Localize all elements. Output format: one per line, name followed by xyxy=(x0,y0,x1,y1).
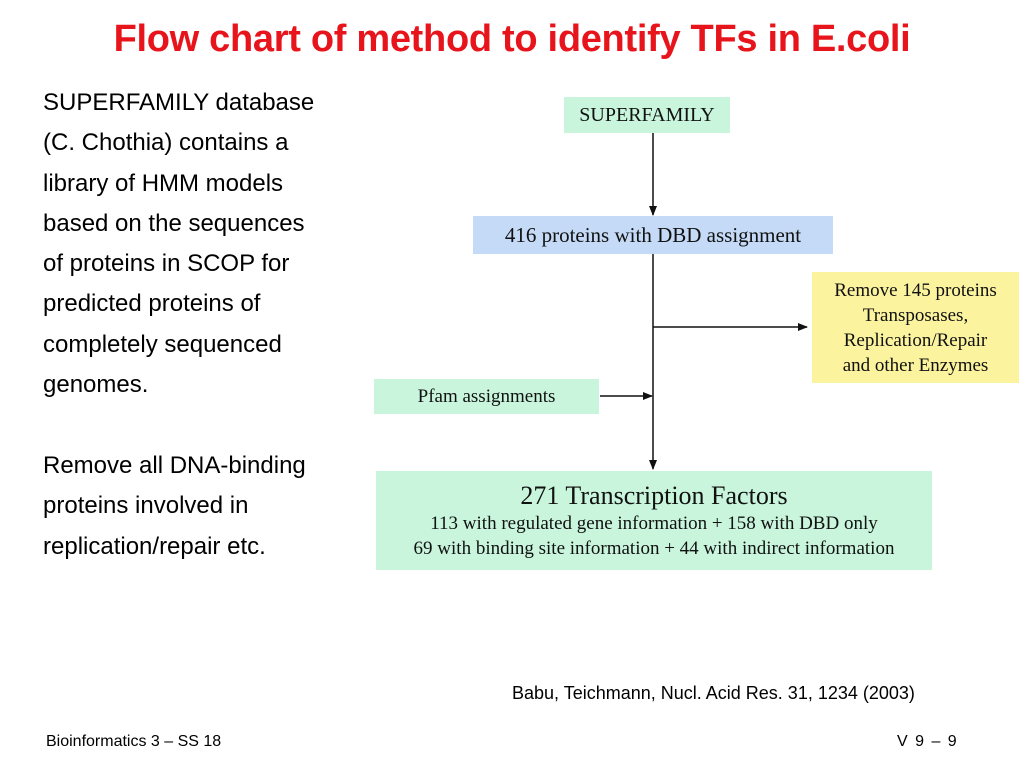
description-line: predicted proteins of xyxy=(43,290,261,318)
description-line: genomes. xyxy=(43,371,149,399)
slide-title: Flow chart of method to identify TFs in … xyxy=(113,18,911,60)
description-line: based on the sequences xyxy=(43,209,305,237)
node-title: 271 Transcription Factors xyxy=(520,480,788,510)
footer-slide-number: V 9 – 9 xyxy=(897,733,957,750)
description-superfamily: SUPERFAMILY database (C. Chothia) contai… xyxy=(43,83,314,405)
description-line: SUPERFAMILY database xyxy=(43,89,315,116)
node-label: Pfam assignments xyxy=(417,385,556,407)
description-line: proteins involved in xyxy=(43,492,249,520)
citation: Babu, Teichmann, Nucl. Acid Res. 31, 123… xyxy=(512,683,915,703)
node-label: SUPERFAMILY xyxy=(579,103,715,126)
node-pfam: Pfam assignments xyxy=(374,379,599,414)
node-line: Replication/Repair xyxy=(843,329,988,351)
node-line: Transposases, xyxy=(862,304,969,326)
description-line: of proteins in SCOP for xyxy=(43,250,290,278)
node-transcription-factors: 271 Transcription Factors 113 with regul… xyxy=(376,471,932,570)
description-line: (C. Chothia) contains a xyxy=(43,129,289,157)
node-line: and other Enzymes xyxy=(842,354,989,376)
node-line: Remove 145 proteins xyxy=(834,279,997,301)
node-line: 69 with binding site information + 44 wi… xyxy=(413,537,895,559)
node-label: 416 proteins with DBD assignment xyxy=(504,222,802,247)
node-superfamily: SUPERFAMILY xyxy=(564,97,730,133)
node-dbd-assignment: 416 proteins with DBD assignment xyxy=(473,216,833,254)
description-removal: Remove all DNA-binding proteins involved… xyxy=(43,446,306,567)
node-remove-proteins: Remove 145 proteins Transposases, Replic… xyxy=(812,272,1019,383)
node-line: 113 with regulated gene information + 15… xyxy=(430,512,878,534)
description-line: library of HMM models xyxy=(43,169,284,197)
description-line: replication/repair etc. xyxy=(43,532,266,560)
description-line: completely sequenced xyxy=(43,330,282,358)
description-line: Remove all DNA-binding xyxy=(43,452,306,479)
footer-course: Bioinformatics 3 – SS 18 xyxy=(46,733,222,750)
